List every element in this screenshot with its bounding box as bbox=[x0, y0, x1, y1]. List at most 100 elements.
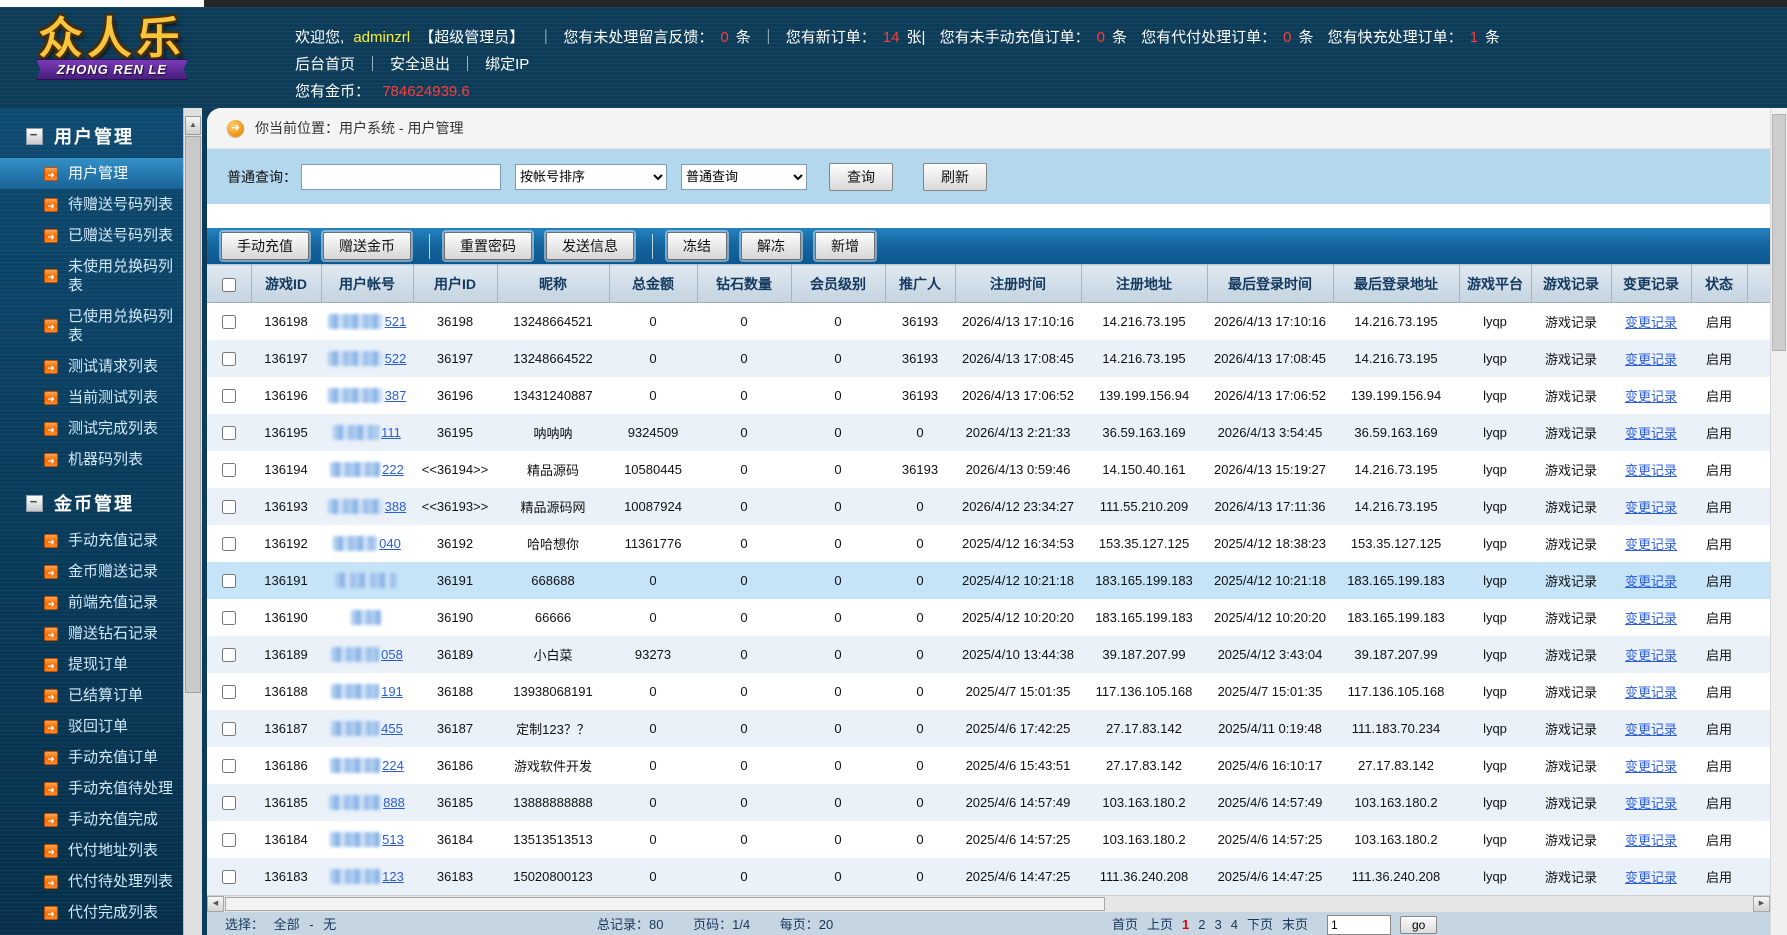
collapse-icon[interactable]: − bbox=[26, 127, 43, 145]
select-all-link[interactable]: 全部 bbox=[274, 917, 300, 932]
row-checkbox[interactable] bbox=[222, 500, 236, 515]
column-header-变更记录[interactable]: 变更记录 bbox=[1611, 264, 1692, 303]
sidebar-scrollbar-thumb[interactable] bbox=[185, 136, 201, 693]
header-nav-link[interactable]: 安全退出 bbox=[390, 56, 450, 73]
horizontal-scrollbar-thumb[interactable] bbox=[225, 897, 1105, 911]
query-type-select[interactable]: 普通查询 bbox=[681, 163, 807, 190]
sidebar-item-驳回订单[interactable]: ➜ 驳回订单 bbox=[0, 711, 183, 742]
sidebar-item-已结算订单[interactable]: ➜ 已结算订单 bbox=[0, 680, 183, 711]
toolbar-button-新增[interactable]: 新增 bbox=[815, 232, 875, 260]
refresh-button[interactable]: 刷新 bbox=[923, 162, 987, 191]
header-nav-link[interactable]: 绑定IP bbox=[485, 56, 529, 73]
column-header-会员级别[interactable]: 会员级别 bbox=[791, 264, 886, 303]
toolbar-button-发送信息[interactable]: 发送信息 bbox=[546, 232, 634, 260]
row-checkbox[interactable] bbox=[222, 833, 236, 848]
account-link[interactable]: 222 bbox=[382, 462, 404, 477]
sidebar-item-提现订单[interactable]: ➜ 提现订单 bbox=[0, 649, 183, 680]
column-header-注册地址[interactable]: 注册地址 bbox=[1081, 264, 1208, 303]
sidebar-item-手动充值待处理[interactable]: ➜ 手动充值待处理 bbox=[0, 773, 183, 804]
change-log-link[interactable]: 变更记录 bbox=[1625, 463, 1677, 478]
row-checkbox[interactable] bbox=[222, 685, 236, 700]
change-log-link[interactable]: 变更记录 bbox=[1625, 537, 1677, 552]
sidebar-item-测试请求列表[interactable]: ➜ 测试请求列表 bbox=[0, 351, 183, 382]
sidebar-item-金币赠送记录[interactable]: ➜ 金币赠送记录 bbox=[0, 556, 183, 587]
account-link[interactable]: 521 bbox=[385, 314, 407, 329]
page-number-3[interactable]: 3 bbox=[1215, 912, 1222, 935]
column-header-用户ID[interactable]: 用户ID bbox=[413, 264, 498, 303]
change-log-link[interactable]: 变更记录 bbox=[1625, 500, 1677, 515]
vertical-scrollbar[interactable] bbox=[1770, 108, 1787, 935]
toolbar-button-赠送金币[interactable]: 赠送金币 bbox=[323, 232, 411, 260]
toolbar-button-解冻[interactable]: 解冻 bbox=[741, 232, 801, 260]
change-log-link[interactable]: 变更记录 bbox=[1625, 426, 1677, 441]
account-link[interactable]: 224 bbox=[382, 758, 404, 773]
change-log-link[interactable]: 变更记录 bbox=[1625, 722, 1677, 737]
sidebar-scrollbar[interactable]: ▲ bbox=[183, 108, 202, 935]
row-checkbox[interactable] bbox=[222, 574, 236, 589]
change-log-link[interactable]: 变更记录 bbox=[1625, 315, 1677, 330]
toolbar-button-手动充值[interactable]: 手动充值 bbox=[221, 232, 309, 260]
sidebar-item-当前测试列表[interactable]: ➜ 当前测试列表 bbox=[0, 382, 183, 413]
search-input[interactable] bbox=[301, 163, 501, 190]
column-header-最后登录地址[interactable]: 最后登录地址 bbox=[1333, 264, 1460, 303]
vertical-scrollbar-thumb[interactable] bbox=[1772, 114, 1786, 351]
account-link[interactable]: 387 bbox=[385, 388, 407, 403]
column-header-游戏记录[interactable]: 游戏记录 bbox=[1531, 264, 1612, 303]
sidebar-item-代付完成列表[interactable]: ➜ 代付完成列表 bbox=[0, 897, 183, 928]
change-log-link[interactable]: 变更记录 bbox=[1625, 574, 1677, 589]
sidebar-item-已使用兑换码列表[interactable]: ➜ 已使用兑换码列表 bbox=[0, 301, 183, 351]
column-header-最后登录时间[interactable]: 最后登录时间 bbox=[1207, 264, 1334, 303]
sidebar-item-待赠送号码列表[interactable]: ➜ 待赠送号码列表 bbox=[0, 189, 183, 220]
prev-page-link[interactable]: 上页 bbox=[1147, 912, 1173, 935]
next-page-link[interactable]: 下页 bbox=[1247, 912, 1273, 935]
account-link[interactable]: 388 bbox=[385, 499, 407, 514]
sidebar-item-代付地址列表[interactable]: ➜ 代付地址列表 bbox=[0, 835, 183, 866]
last-page-link[interactable]: 末页 bbox=[1282, 912, 1308, 935]
change-log-link[interactable]: 变更记录 bbox=[1625, 648, 1677, 663]
change-log-link[interactable]: 变更记录 bbox=[1625, 796, 1677, 811]
column-header-用户帐号[interactable]: 用户帐号 bbox=[321, 264, 414, 303]
sidebar-item-手动充值完成[interactable]: ➜ 手动充值完成 bbox=[0, 804, 183, 835]
select-none-link[interactable]: 无 bbox=[323, 917, 336, 932]
change-log-link[interactable]: 变更记录 bbox=[1625, 870, 1677, 885]
horizontal-scrollbar[interactable]: ◀ ▶ bbox=[207, 895, 1787, 912]
column-header-总金额[interactable]: 总金额 bbox=[609, 264, 698, 303]
row-checkbox[interactable] bbox=[222, 463, 236, 478]
scroll-right-icon[interactable]: ▶ bbox=[1753, 896, 1770, 912]
row-checkbox[interactable] bbox=[222, 796, 236, 811]
scroll-up-icon[interactable]: ▲ bbox=[185, 116, 201, 135]
account-link[interactable]: 111 bbox=[381, 425, 401, 440]
account-link[interactable]: 040 bbox=[379, 536, 401, 551]
account-link[interactable]: 123 bbox=[382, 869, 404, 884]
sidebar-item-手动充值订单[interactable]: ➜ 手动充值订单 bbox=[0, 742, 183, 773]
sidebar-section-title[interactable]: − 金币管理 bbox=[0, 475, 183, 525]
page-number-1[interactable]: 1 bbox=[1182, 912, 1189, 935]
sidebar-item-测试完成列表[interactable]: ➜ 测试完成列表 bbox=[0, 413, 183, 444]
go-button[interactable]: go bbox=[1400, 916, 1438, 934]
account-link[interactable]: 522 bbox=[385, 351, 407, 366]
row-checkbox[interactable] bbox=[222, 722, 236, 737]
change-log-link[interactable]: 变更记录 bbox=[1625, 833, 1677, 848]
column-header-状态[interactable]: 状态 bbox=[1691, 264, 1748, 303]
column-header-注册时间[interactable]: 注册时间 bbox=[955, 264, 1082, 303]
sort-select[interactable]: 按帐号排序 bbox=[515, 163, 667, 190]
account-link[interactable]: 513 bbox=[382, 832, 404, 847]
account-link[interactable]: 058 bbox=[381, 647, 403, 662]
toolbar-button-冻结[interactable]: 冻结 bbox=[667, 232, 727, 260]
select-all-checkbox[interactable] bbox=[221, 277, 236, 292]
collapse-icon[interactable]: − bbox=[26, 494, 43, 512]
sidebar-item-手动充值记录[interactable]: ➜ 手动充值记录 bbox=[0, 525, 183, 556]
sidebar-item-代付待处理列表[interactable]: ➜ 代付待处理列表 bbox=[0, 866, 183, 897]
column-header-昵称[interactable]: 昵称 bbox=[497, 264, 610, 303]
account-link[interactable]: 455 bbox=[381, 721, 403, 736]
change-log-link[interactable]: 变更记录 bbox=[1625, 759, 1677, 774]
scroll-left-icon[interactable]: ◀ bbox=[207, 896, 224, 912]
change-log-link[interactable]: 变更记录 bbox=[1625, 685, 1677, 700]
column-header-游戏平台[interactable]: 游戏平台 bbox=[1459, 264, 1532, 303]
change-log-link[interactable]: 变更记录 bbox=[1625, 352, 1677, 367]
row-checkbox[interactable] bbox=[222, 537, 236, 552]
sidebar-section-title[interactable]: − 用户管理 bbox=[0, 108, 183, 158]
query-button[interactable]: 查询 bbox=[829, 162, 893, 191]
account-link[interactable]: 888 bbox=[383, 795, 405, 810]
row-checkbox[interactable] bbox=[222, 426, 236, 441]
